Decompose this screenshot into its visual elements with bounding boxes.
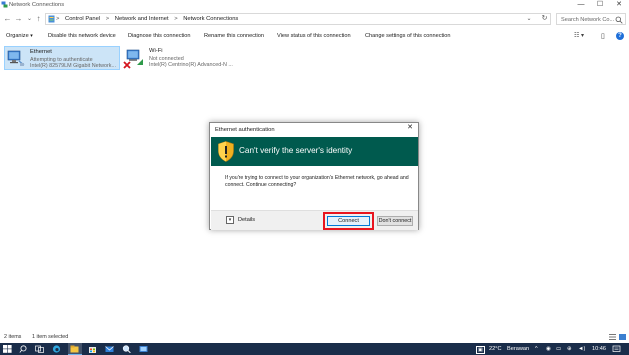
status-selected-count: 1 item selected (32, 334, 69, 340)
large-icons-view-icon[interactable] (619, 334, 626, 340)
notification-icon[interactable] (612, 345, 621, 353)
item-status: Not connected (149, 55, 184, 62)
minimize-button[interactable]: — (571, 0, 591, 10)
details-label[interactable]: Details (238, 217, 255, 223)
taskbar: ▣ 22°C Berawan ^ ◉ ▭ ⊕ ◄) 10:46 (0, 343, 629, 355)
search-placeholder: Search Network Co... (561, 16, 615, 23)
status-item-count: 2 items (4, 334, 22, 340)
organize-label: Organize (6, 33, 29, 39)
search-input[interactable]: Search Network Co... (556, 13, 626, 25)
connection-item-wifi[interactable]: Wi-Fi Not connected Intel(R) Centrino(R)… (123, 46, 240, 70)
start-icon[interactable] (3, 345, 12, 353)
dialog-message: If you're trying to connect to your orga… (225, 175, 409, 188)
volume-icon[interactable]: ◄) (578, 346, 585, 352)
dialog-heading: Can't verify the server's identity (239, 146, 353, 155)
organize-menu[interactable]: Organize ▾ (6, 33, 33, 39)
item-status: Attempting to authenticate (30, 56, 93, 63)
store-icon[interactable] (88, 345, 97, 353)
search-icon (615, 16, 623, 24)
not-connected-x-icon (123, 61, 131, 69)
connect-button[interactable]: Connect (327, 216, 370, 226)
clock[interactable]: 10:46 (592, 346, 606, 352)
diagnose-connection-button[interactable]: Diagnose this connection (128, 33, 191, 39)
up-button[interactable]: ↑ (34, 13, 43, 25)
tray-overflow-icon[interactable]: ^ (535, 346, 538, 352)
help-icon[interactable]: ? (616, 32, 624, 40)
tray-app-icon[interactable]: ◉ (546, 346, 551, 352)
recent-locations-button[interactable]: ⌄ (25, 13, 34, 25)
item-name: Wi-Fi (149, 48, 163, 54)
weather-badge[interactable]: ▣ (476, 346, 485, 354)
network-tray-icon[interactable]: ⊕ (567, 346, 572, 352)
view-status-button[interactable]: View status of this connection (277, 33, 351, 39)
task-view-icon[interactable] (35, 345, 44, 353)
ethernet-authentication-dialog: Ethernet authentication ✕ Can't verify t… (209, 122, 419, 230)
weather-temperature[interactable]: 22°C (489, 346, 502, 352)
magnifier-app-icon[interactable] (122, 345, 131, 353)
change-settings-button[interactable]: Change settings of this connection (365, 33, 451, 39)
address-dropdown-icon[interactable]: ⌄ (525, 14, 533, 24)
dialog-title: Ethernet authentication (215, 126, 275, 133)
network-connections-icon (1, 1, 8, 8)
forward-button[interactable]: → (14, 13, 23, 25)
back-button[interactable]: ← (3, 13, 12, 25)
preview-pane-icon[interactable]: ▯ (601, 32, 605, 40)
control-panel-icon (48, 15, 55, 23)
window-title: Network Connections (9, 1, 65, 8)
details-view-icon[interactable] (609, 334, 616, 340)
breadcrumb-control-panel[interactable]: Control Panel (65, 16, 100, 22)
network-app-icon[interactable] (139, 345, 148, 353)
details-expand-icon[interactable]: ▾ (226, 216, 234, 224)
breadcrumb-separator: > (56, 15, 60, 22)
breadcrumb-network-and-internet[interactable]: Network and Internet (115, 16, 169, 22)
file-explorer-icon[interactable] (70, 345, 79, 353)
dialog-footer: ▾ Details Connect Don't connect (211, 210, 418, 230)
breadcrumb: > Control Panel > Network and Internet >… (56, 16, 238, 22)
item-name: Ethernet (30, 49, 52, 55)
weather-description[interactable]: Berawan (507, 346, 529, 352)
refresh-button[interactable]: ↻ (539, 13, 550, 25)
dialog-banner: Can't verify the server's identity (211, 137, 418, 166)
warning-shield-icon (218, 141, 234, 162)
item-device: Intel(R) Centrino(R) Advanced-N ... (149, 62, 233, 68)
battery-icon[interactable]: ▭ (556, 346, 561, 352)
breadcrumb-separator: > (105, 15, 110, 22)
organize-dropdown-icon: ▾ (30, 33, 33, 39)
connection-item-ethernet[interactable]: Ethernet Attempting to authenticate Inte… (4, 46, 120, 70)
mail-icon[interactable] (105, 345, 114, 353)
maximize-button[interactable]: ☐ (590, 0, 610, 10)
dont-connect-button[interactable]: Don't connect (377, 216, 413, 226)
ethernet-adapter-icon (7, 50, 25, 66)
item-device: Intel(R) 82579LM Gigabit Network... (30, 63, 116, 69)
breadcrumb-separator: > (174, 15, 178, 22)
breadcrumb-network-connections[interactable]: Network Connections (183, 16, 238, 22)
view-options-icon[interactable]: ☷ ▾ (574, 32, 584, 40)
dialog-close-icon[interactable]: ✕ (405, 123, 415, 133)
window-title-bar (0, 0, 629, 10)
search-taskbar-icon[interactable] (19, 345, 28, 353)
rename-connection-button[interactable]: Rename this connection (204, 33, 264, 39)
edge-icon[interactable] (52, 345, 61, 353)
close-window-button[interactable]: ✕ (609, 0, 629, 10)
disable-device-button[interactable]: Disable this network device (48, 33, 116, 39)
